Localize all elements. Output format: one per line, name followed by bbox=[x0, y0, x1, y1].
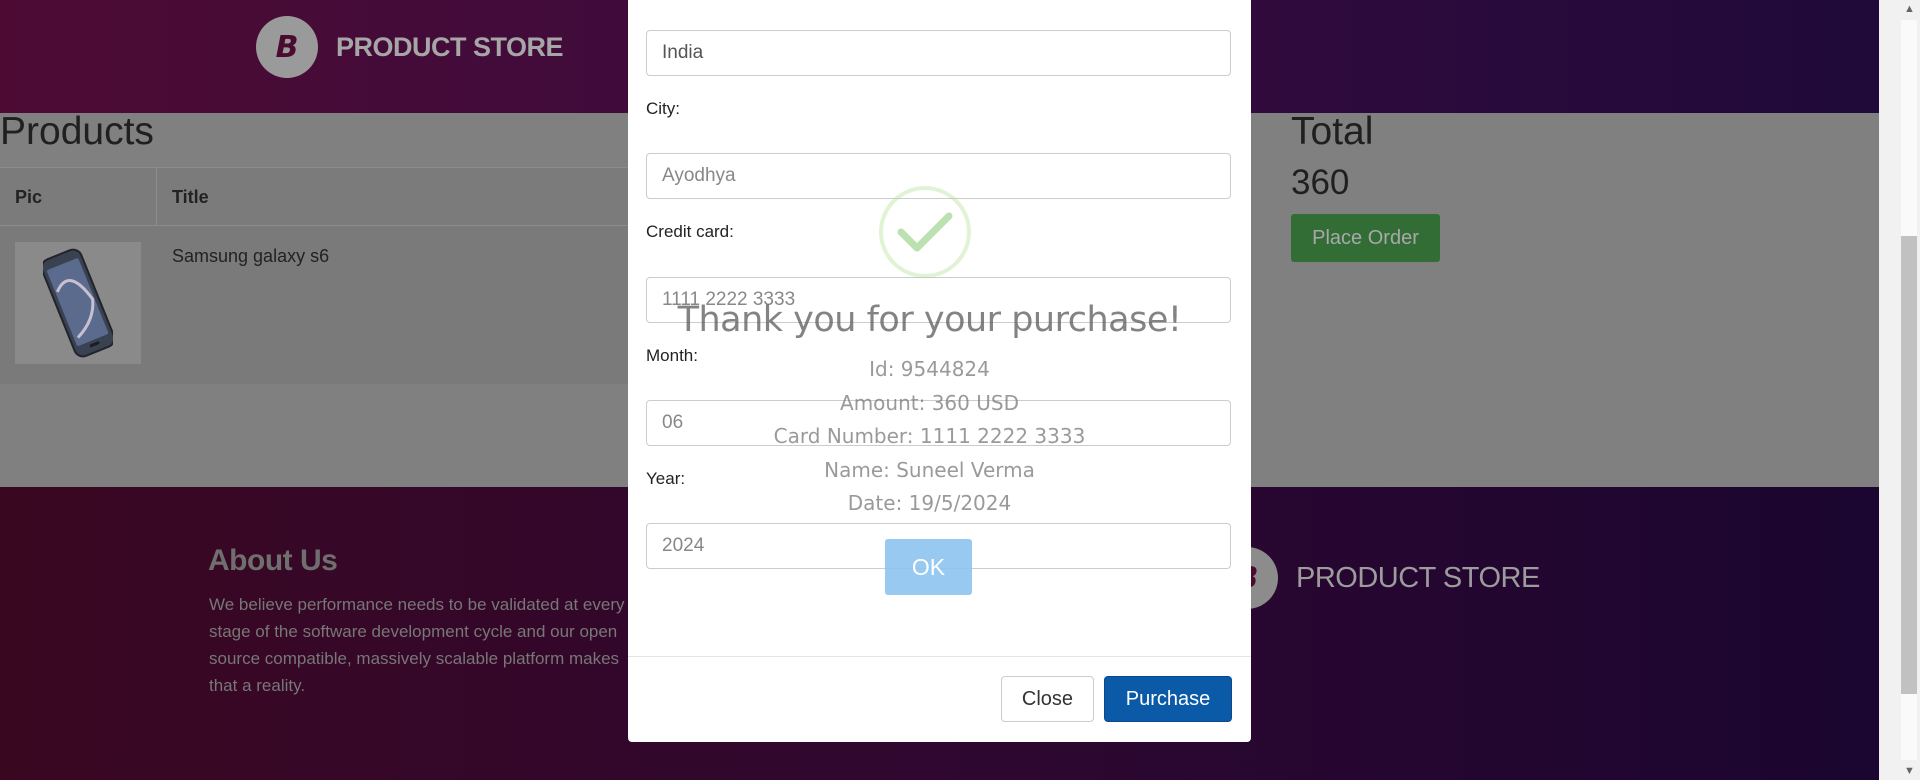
close-button[interactable]: Close bbox=[1001, 676, 1094, 722]
city-label: City: bbox=[646, 99, 680, 118]
footer-brand-name: PRODUCT STORE bbox=[1296, 561, 1540, 594]
order-id: Id: 9544824 bbox=[869, 357, 990, 381]
ok-button[interactable]: OK bbox=[885, 539, 972, 595]
about-us-heading: About Us bbox=[208, 544, 338, 577]
scroll-up-arrow-icon[interactable]: ▲ bbox=[1899, 0, 1920, 18]
order-date: Date: 19/5/2024 bbox=[847, 491, 1012, 516]
table-row: Samsung galaxy s6 bbox=[0, 226, 630, 384]
purchase-button[interactable]: Purchase bbox=[1104, 676, 1232, 722]
order-card-number: Card Number: 1111 2222 3333 bbox=[773, 424, 1086, 449]
column-title: Title bbox=[172, 187, 209, 207]
alert-title: Thank you for your purchase! bbox=[677, 300, 1182, 340]
scroll-down-arrow-icon[interactable]: ▼ bbox=[1899, 762, 1920, 780]
total-value: 360 bbox=[1291, 163, 1350, 202]
column-pic: Pic bbox=[15, 187, 43, 207]
brand-link[interactable]: B PRODUCT STORE bbox=[256, 16, 564, 78]
order-name: Name: Suneel Verma bbox=[824, 457, 1035, 482]
credit-card-label: Credit card: bbox=[646, 222, 734, 241]
footer-brand: B PRODUCT STORE bbox=[1216, 547, 1540, 609]
product-image bbox=[15, 242, 141, 364]
product-title: Samsung galaxy s6 bbox=[172, 246, 330, 266]
alert-details: Id: 9544824 Amount: 360 USD Card Number:… bbox=[628, 353, 1231, 521]
cart-table-header: Pic Title bbox=[0, 167, 630, 226]
scrollbar-thumb[interactable] bbox=[1901, 236, 1917, 694]
order-amount: Amount: 360 USD bbox=[840, 390, 1019, 415]
brand-logo-icon: B bbox=[256, 16, 318, 78]
success-check-icon bbox=[879, 186, 971, 278]
modal-footer-divider bbox=[628, 656, 1251, 657]
page-scrollbar[interactable]: ▲ ▼ bbox=[1879, 0, 1920, 780]
country-input[interactable] bbox=[646, 30, 1231, 76]
about-us-text: We believe performance needs to be valid… bbox=[209, 595, 625, 695]
brand-name: PRODUCT STORE bbox=[336, 31, 564, 62]
total-heading: Total bbox=[1291, 110, 1374, 153]
products-heading: Products bbox=[0, 110, 154, 153]
place-order-button[interactable]: Place Order bbox=[1291, 214, 1440, 262]
